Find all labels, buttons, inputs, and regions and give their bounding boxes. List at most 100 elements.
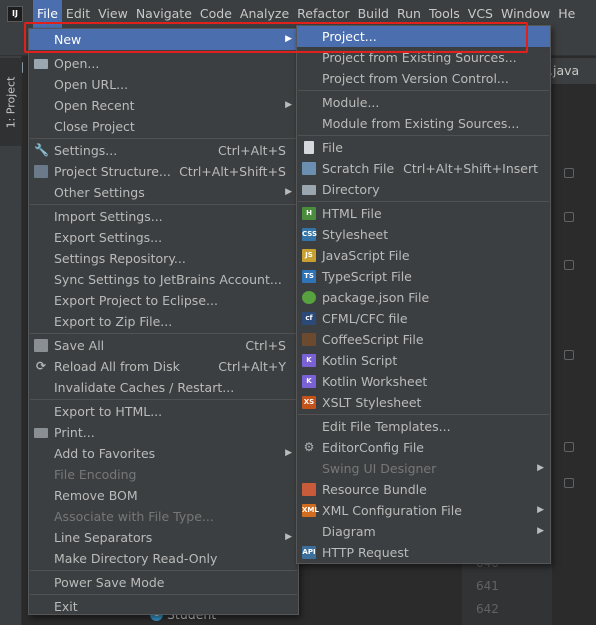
- menu-code[interactable]: Code: [196, 0, 236, 28]
- menu-item-label: JavaScript File: [322, 248, 410, 263]
- menu-item-kotlin-script[interactable]: K Kotlin Script: [297, 350, 550, 371]
- menu-item-javascript-file[interactable]: JS JavaScript File: [297, 245, 550, 266]
- fold-marker-icon[interactable]: [564, 168, 574, 178]
- menu-item-xml-config[interactable]: XML XML Configuration File ▶: [297, 500, 550, 521]
- menu-item-label: Close Project: [54, 119, 135, 134]
- menu-item-export-zip[interactable]: Export to Zip File...: [29, 311, 298, 332]
- menu-item-close-project[interactable]: Close Project: [29, 116, 298, 137]
- submenu-arrow-icon: ▶: [285, 448, 292, 458]
- menu-item-sync-settings[interactable]: Sync Settings to JetBrains Account...: [29, 269, 298, 290]
- menu-item-make-readonly[interactable]: Make Directory Read-Only: [29, 548, 298, 569]
- menu-item-label: HTML File: [322, 206, 382, 221]
- menu-item-open[interactable]: Open...: [29, 53, 298, 74]
- menu-item-scratch-file[interactable]: Scratch File Ctrl+Alt+Shift+Insert: [297, 158, 550, 179]
- typescript-file-icon: TS: [302, 270, 316, 283]
- menu-item-settings[interactable]: 🔧 Settings... Ctrl+Alt+S: [29, 140, 298, 161]
- fold-marker-icon[interactable]: [564, 442, 574, 452]
- menu-item-label: Open...: [54, 56, 100, 71]
- menu-item-http-request[interactable]: API HTTP Request: [297, 542, 550, 563]
- menu-item-kotlin-worksheet[interactable]: K Kotlin Worksheet: [297, 371, 550, 392]
- menu-tools[interactable]: Tools: [425, 0, 464, 28]
- kotlin-script-icon: K: [302, 354, 316, 367]
- menu-item-module-existing[interactable]: Module from Existing Sources...: [297, 113, 550, 134]
- menu-item-cfml-file[interactable]: cf CFML/CFC file: [297, 308, 550, 329]
- menu-item-line-separators[interactable]: Line Separators ▶: [29, 527, 298, 548]
- fold-marker-icon[interactable]: [564, 350, 574, 360]
- menu-bar: IJ File Edit View Navigate Code Analyze …: [0, 0, 596, 28]
- menu-item-print[interactable]: Print...: [29, 422, 298, 443]
- menu-item-export-eclipse[interactable]: Export Project to Eclipse...: [29, 290, 298, 311]
- menu-item-label: Export Settings...: [54, 230, 163, 245]
- menu-item-diagram[interactable]: Diagram ▶: [297, 521, 550, 542]
- menu-item-label: Power Save Mode: [54, 575, 165, 590]
- project-structure-icon: [34, 165, 48, 178]
- printer-icon: [34, 428, 48, 438]
- menu-item-html-file[interactable]: H HTML File: [297, 203, 550, 224]
- menu-item-label: Project...: [322, 29, 377, 44]
- fold-marker-icon[interactable]: [564, 260, 574, 270]
- menu-navigate[interactable]: Navigate: [132, 0, 196, 28]
- menu-item-label: Add to Favorites: [54, 446, 156, 461]
- project-tool-tab[interactable]: 1: Project: [0, 58, 22, 146]
- menu-item-exit[interactable]: Exit: [29, 596, 298, 617]
- menu-item-edit-templates[interactable]: Edit File Templates...: [297, 416, 550, 437]
- menu-item-resource-bundle[interactable]: Resource Bundle: [297, 479, 550, 500]
- menu-item-new-project[interactable]: Project...: [297, 26, 550, 47]
- menu-refactor[interactable]: Refactor: [293, 0, 353, 28]
- menu-analyze[interactable]: Analyze: [236, 0, 293, 28]
- menu-item-project-vcs[interactable]: Project from Version Control...: [297, 68, 550, 89]
- menu-item-save-all[interactable]: Save All Ctrl+S: [29, 335, 298, 356]
- fold-marker-icon[interactable]: [564, 212, 574, 222]
- menu-item-label: Settings Repository...: [54, 251, 186, 266]
- menu-item-xslt-stylesheet[interactable]: XS XSLT Stylesheet: [297, 392, 550, 413]
- menu-help[interactable]: He: [554, 0, 579, 28]
- menu-item-label: Print...: [54, 425, 95, 440]
- editor-area: [552, 84, 596, 625]
- menu-item-label: Module from Existing Sources...: [322, 116, 520, 131]
- menu-item-label: Reload All from Disk: [54, 359, 180, 374]
- menu-item-remove-bom[interactable]: Remove BOM: [29, 485, 298, 506]
- menu-view[interactable]: View: [94, 0, 132, 28]
- submenu-arrow-icon: ▶: [285, 100, 292, 110]
- menu-item-other-settings[interactable]: Other Settings ▶: [29, 182, 298, 203]
- menu-item-file[interactable]: File: [297, 137, 550, 158]
- menu-build[interactable]: Build: [354, 0, 393, 28]
- menu-vcs[interactable]: VCS: [464, 0, 497, 28]
- menu-item-reload[interactable]: ⟳ Reload All from Disk Ctrl+Alt+Y: [29, 356, 298, 377]
- menu-item-settings-repository[interactable]: Settings Repository...: [29, 248, 298, 269]
- menu-item-import-settings[interactable]: Import Settings...: [29, 206, 298, 227]
- menu-item-stylesheet[interactable]: CSS Stylesheet: [297, 224, 550, 245]
- menu-file[interactable]: File: [33, 0, 62, 28]
- menu-item-label: Open Recent: [54, 98, 135, 113]
- gear-icon: ⚙: [303, 440, 315, 454]
- menu-item-new[interactable]: New ▶: [29, 29, 298, 50]
- menu-item-open-recent[interactable]: Open Recent ▶: [29, 95, 298, 116]
- menu-item-module[interactable]: Module...: [297, 92, 550, 113]
- menu-item-directory[interactable]: Directory: [297, 179, 550, 200]
- fold-marker-icon[interactable]: [564, 478, 574, 488]
- menu-item-typescript-file[interactable]: TS TypeScript File: [297, 266, 550, 287]
- css-file-icon: CSS: [302, 228, 317, 241]
- menu-item-invalidate-caches[interactable]: Invalidate Caches / Restart...: [29, 377, 298, 398]
- menu-window[interactable]: Window: [497, 0, 554, 28]
- menu-item-export-html[interactable]: Export to HTML...: [29, 401, 298, 422]
- submenu-arrow-icon: ▶: [285, 532, 292, 542]
- menu-item-coffeescript-file[interactable]: CoffeeScript File: [297, 329, 550, 350]
- menu-item-power-save[interactable]: Power Save Mode: [29, 572, 298, 593]
- http-request-icon: API: [302, 546, 316, 559]
- folder-open-icon: [34, 59, 48, 69]
- file-menu: New ▶ Open... Open URL... Open Recent ▶ …: [28, 28, 299, 615]
- menu-edit[interactable]: Edit: [62, 0, 94, 28]
- menu-item-label: Diagram: [322, 524, 376, 539]
- menu-item-export-settings[interactable]: Export Settings...: [29, 227, 298, 248]
- intellij-logo-icon: IJ: [7, 6, 23, 22]
- menu-item-project-structure[interactable]: Project Structure... Ctrl+Alt+Shift+S: [29, 161, 298, 182]
- menu-item-project-existing[interactable]: Project from Existing Sources...: [297, 47, 550, 68]
- menu-run[interactable]: Run: [393, 0, 425, 28]
- menu-item-add-favorites[interactable]: Add to Favorites ▶: [29, 443, 298, 464]
- menu-item-package-json[interactable]: package.json File: [297, 287, 550, 308]
- npm-package-icon: [302, 291, 316, 304]
- menu-item-editorconfig[interactable]: ⚙ EditorConfig File: [297, 437, 550, 458]
- menu-item-label: Directory: [322, 182, 380, 197]
- menu-item-open-url[interactable]: Open URL...: [29, 74, 298, 95]
